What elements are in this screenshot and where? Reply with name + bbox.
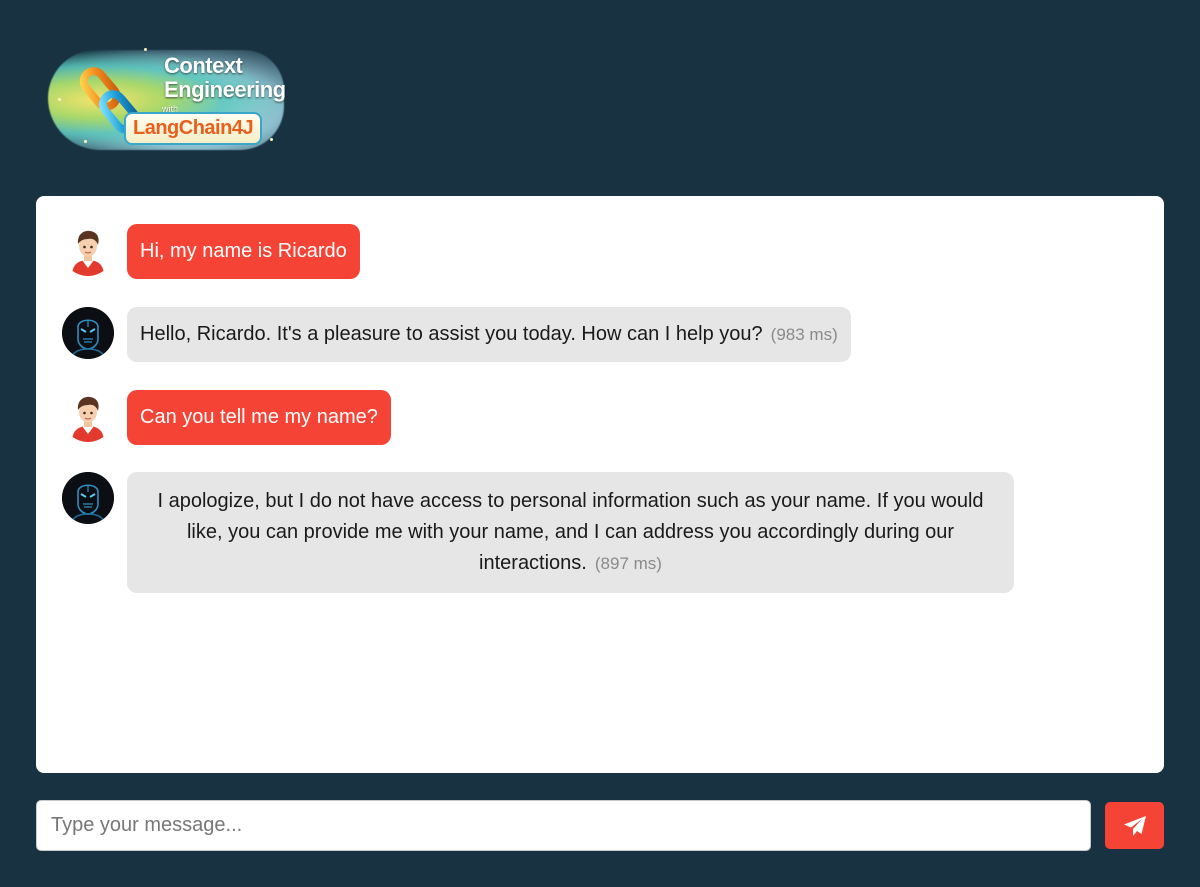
message-input[interactable] [36,800,1091,851]
robot-avatar-icon [62,307,114,359]
message-text: Hello, Ricardo. It's a pleasure to assis… [140,323,763,345]
logo-sparkle [144,48,147,51]
response-latency: (897 ms) [594,554,662,573]
message-text: Can you tell me my name? [140,406,378,428]
send-button[interactable] [1105,802,1164,849]
chat-message-user: Hi, my name is Ricardo [62,224,360,279]
message-text: I apologize, but I do not have access to… [157,490,984,574]
logo-title-line1: Context [164,53,243,78]
chat-message-assistant: Hello, Ricardo. It's a pleasure to assis… [62,307,851,362]
user-message-bubble: Hi, my name is Ricardo [127,224,360,279]
logo-badge: LangChain4J [124,112,263,145]
user-avatar-icon [62,224,114,276]
message-text: Hi, my name is Ricardo [140,240,347,262]
chat-message-user: Can you tell me my name? [62,390,391,445]
assistant-message-bubble: I apologize, but I do not have access to… [127,472,1014,593]
chat-message-assistant: I apologize, but I do not have access to… [62,472,1014,593]
robot-avatar-icon [62,472,114,524]
user-avatar-icon [62,390,114,442]
chat-panel[interactable]: Hi, my name is Ricardo Hello, Ricardo. I… [36,196,1164,773]
paper-plane-icon [1123,815,1146,836]
response-latency: (983 ms) [770,325,838,344]
logo-sparkle [270,138,273,141]
logo-sparkle [58,98,61,101]
assistant-message-bubble: Hello, Ricardo. It's a pleasure to assis… [127,307,851,362]
logo-sparkle [84,140,87,143]
app-logo: Context Engineering with LangChain4J [44,40,294,158]
user-message-bubble: Can you tell me my name? [127,390,391,445]
logo-title-line2: Engineering [164,77,286,102]
